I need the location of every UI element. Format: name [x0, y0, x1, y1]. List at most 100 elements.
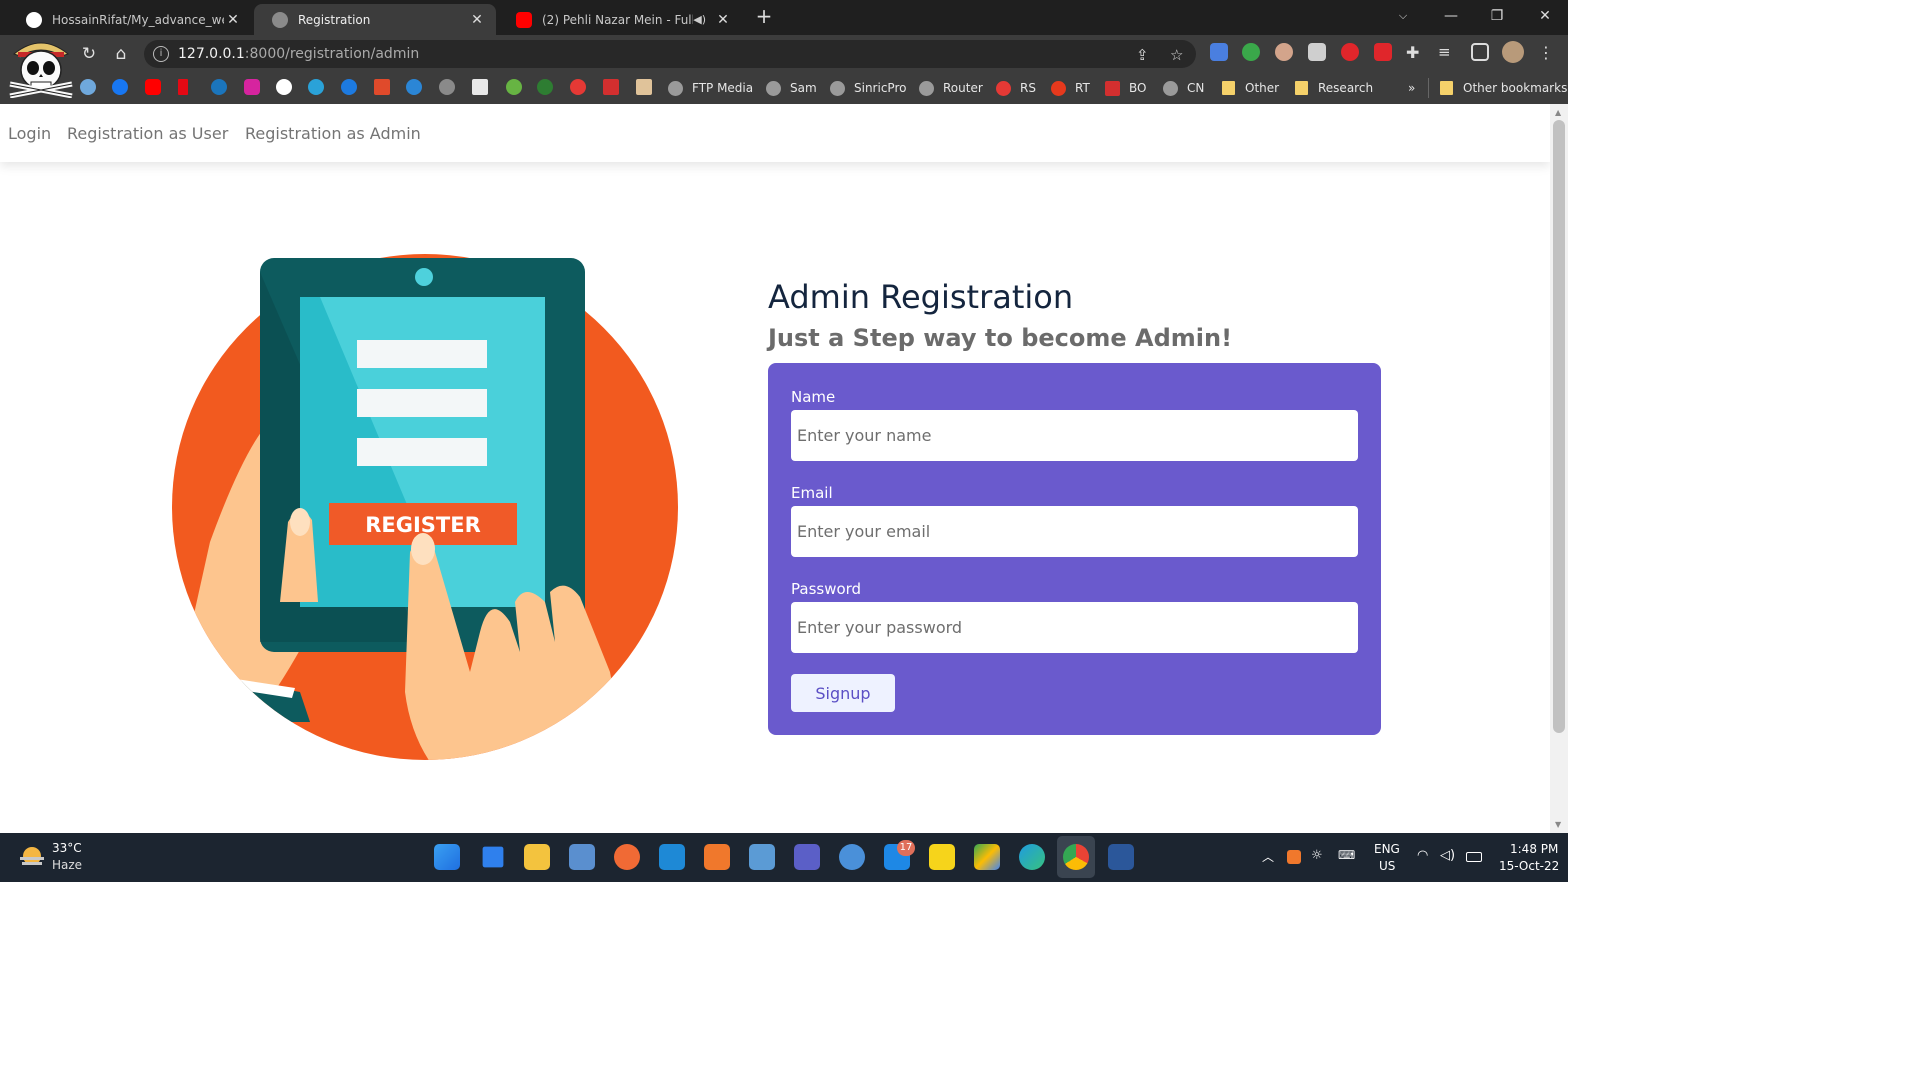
name-input[interactable]: [791, 410, 1358, 461]
bookmark-icon[interactable]: [80, 79, 96, 95]
tab-youtube[interactable]: (2) Pehli Nazar Mein - Full Vi ◀) ✕: [498, 4, 742, 35]
reload-icon[interactable]: ↻: [76, 41, 102, 67]
battery-icon[interactable]: [1466, 852, 1482, 862]
youtube-icon[interactable]: [145, 79, 161, 95]
github-icon[interactable]: [276, 79, 292, 95]
language-bottom[interactable]: US: [1379, 859, 1395, 873]
bookmark-icon[interactable]: [308, 79, 324, 95]
globe-icon[interactable]: [439, 79, 455, 95]
play-icon[interactable]: [211, 79, 227, 95]
teams-icon[interactable]: [794, 844, 820, 870]
puzzle-icon[interactable]: ✚: [1406, 43, 1424, 62]
bookmark-icon[interactable]: [374, 79, 390, 95]
facebook-icon[interactable]: [112, 79, 128, 95]
bookmark-icon[interactable]: [603, 79, 619, 95]
extension-icon[interactable]: [1374, 43, 1392, 61]
task-view-icon[interactable]: [482, 846, 504, 868]
chevron-up-icon[interactable]: ︿: [1262, 848, 1274, 865]
tab-registration[interactable]: Registration ✕: [254, 4, 496, 35]
address-bar[interactable]: i 127.0.0.1:8000/registration/admin ⇪ ☆: [144, 40, 1196, 68]
globe-icon: [919, 80, 934, 96]
google-drive-icon[interactable]: [974, 844, 1000, 870]
vscode-icon[interactable]: [659, 844, 685, 870]
more-bookmarks-button[interactable]: »: [1408, 79, 1415, 97]
scroll-down-icon[interactable]: ▼: [1555, 820, 1561, 829]
extension-icon[interactable]: [1242, 43, 1260, 61]
netflix-icon[interactable]: [178, 79, 188, 95]
tab-github[interactable]: HossainRifat/My_advance_web_V ✕: [8, 4, 252, 35]
bookmark-router[interactable]: Router: [919, 79, 983, 97]
menu-icon[interactable]: ⋮: [1538, 43, 1556, 62]
bookmark-folder-other[interactable]: Other: [1222, 79, 1279, 97]
close-window-icon[interactable]: ✕: [1522, 0, 1568, 32]
keyboard-icon[interactable]: ⌨: [1338, 848, 1355, 862]
adblock-icon[interactable]: [1341, 43, 1359, 61]
other-bookmarks-folder[interactable]: Other bookmarks: [1440, 79, 1567, 97]
volume-icon[interactable]: ◁): [1440, 848, 1455, 863]
edge-icon[interactable]: [1019, 844, 1045, 870]
chrome-icon[interactable]: [1063, 844, 1089, 870]
scrollbar-thumb[interactable]: [1553, 120, 1565, 733]
page-scrollbar[interactable]: ▲ ▼: [1550, 104, 1568, 833]
extension-icon[interactable]: [1275, 43, 1293, 61]
close-icon[interactable]: ✕: [714, 12, 732, 28]
qbittorrent-icon[interactable]: [839, 844, 865, 870]
start-windows-icon[interactable]: [434, 844, 460, 870]
file-explorer-icon[interactable]: [524, 844, 550, 870]
bookmark-sam[interactable]: Sam: [766, 79, 817, 97]
scroll-up-icon[interactable]: ▲: [1555, 108, 1561, 117]
printer-icon[interactable]: [1308, 43, 1326, 61]
bookmark-rt[interactable]: RT: [1051, 79, 1090, 97]
password-input[interactable]: [791, 602, 1358, 653]
notepad-icon[interactable]: [749, 844, 775, 870]
task-manager-icon[interactable]: [569, 844, 595, 870]
word-icon[interactable]: [1108, 844, 1134, 870]
wifi-icon[interactable]: ◠: [1417, 848, 1428, 863]
bookmark-icon[interactable]: [341, 79, 357, 95]
bookmark-icon[interactable]: [406, 79, 422, 95]
xampp-tray-icon[interactable]: [1287, 850, 1301, 864]
restore-icon[interactable]: ❐: [1474, 0, 1520, 32]
email-input[interactable]: [791, 506, 1358, 557]
tab-search-icon[interactable]: ⌵: [1380, 0, 1426, 32]
instagram-icon[interactable]: [244, 79, 260, 95]
site-info-icon[interactable]: i: [153, 46, 169, 62]
nav-link-login[interactable]: Login: [8, 124, 51, 143]
share-icon[interactable]: ⇪: [1136, 46, 1149, 64]
profile-avatar[interactable]: [1502, 41, 1524, 63]
language-top[interactable]: ENG: [1374, 842, 1400, 856]
bookmark-cn[interactable]: CN: [1163, 79, 1204, 97]
clock-time[interactable]: 1:48 PM: [1510, 842, 1558, 856]
form-field-3: [357, 438, 487, 466]
brightness-icon[interactable]: ☼: [1311, 848, 1323, 863]
close-icon[interactable]: ✕: [468, 12, 486, 28]
clock-date[interactable]: 15-Oct-22: [1499, 859, 1559, 873]
media-control-icon[interactable]: ≡: [1438, 43, 1456, 61]
nav-link-registration-admin[interactable]: Registration as Admin: [245, 124, 421, 143]
bookmark-sinricpro[interactable]: SinricPro: [830, 79, 906, 97]
bookmark-bo[interactable]: BO: [1105, 79, 1146, 97]
signup-button[interactable]: Signup: [791, 674, 895, 712]
bookmark-rs[interactable]: RS: [996, 79, 1036, 97]
bookmark-star-icon[interactable]: ☆: [1170, 46, 1183, 64]
bookmark-icon[interactable]: [570, 79, 586, 95]
media-player-icon[interactable]: [929, 844, 955, 870]
bookmark-icon[interactable]: [506, 79, 522, 95]
translate-icon[interactable]: [1210, 43, 1228, 61]
home-icon[interactable]: ⌂: [108, 41, 134, 67]
bookmark-icon[interactable]: [636, 79, 652, 95]
speaker-icon[interactable]: ◀): [693, 13, 706, 26]
minimize-icon[interactable]: —: [1428, 0, 1474, 32]
side-panel-icon[interactable]: [1471, 43, 1489, 61]
bookmark-icon[interactable]: [472, 79, 488, 95]
nav-link-registration-user[interactable]: Registration as User: [67, 124, 228, 143]
postman-icon[interactable]: [614, 844, 640, 870]
weather-haze-icon[interactable]: [18, 844, 46, 868]
tab-title: HossainRifat/My_advance_web_V: [52, 12, 224, 27]
new-tab-button[interactable]: +: [752, 4, 776, 28]
bookmark-folder-research[interactable]: Research: [1295, 79, 1373, 97]
xampp-icon[interactable]: [704, 844, 730, 870]
bookmark-ftp-media[interactable]: FTP Media: [668, 79, 753, 97]
close-icon[interactable]: ✕: [224, 12, 242, 28]
bookmark-icon[interactable]: [537, 79, 553, 95]
